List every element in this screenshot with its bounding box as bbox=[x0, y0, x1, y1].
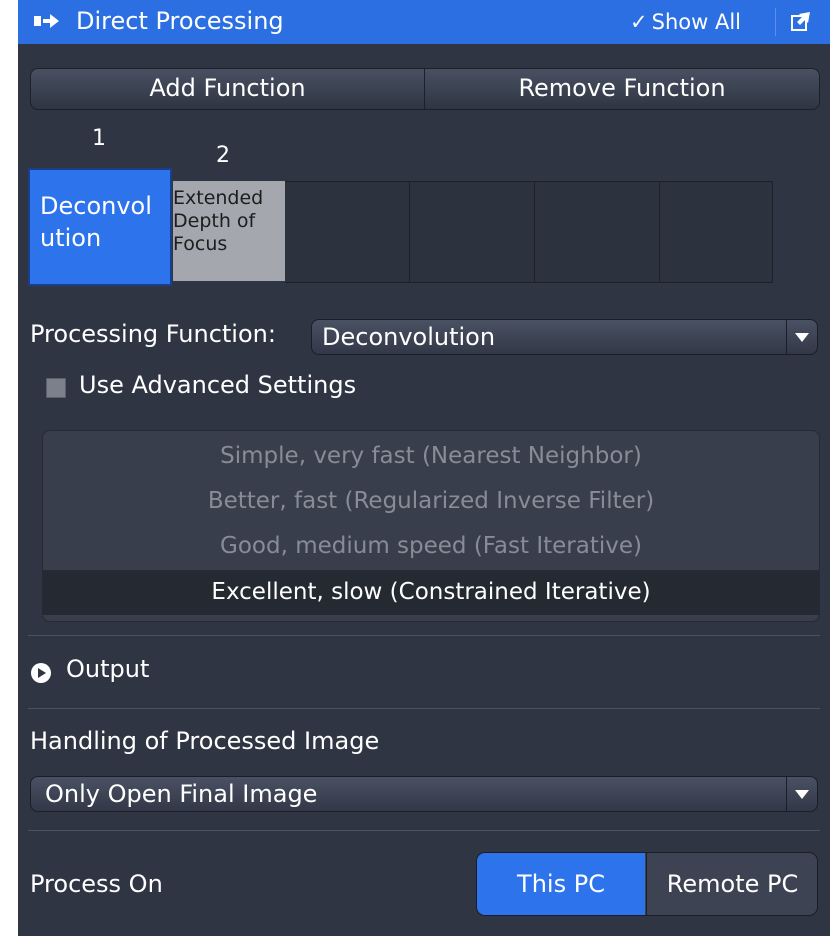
undock-icon[interactable] bbox=[790, 10, 812, 32]
panel-title-bar[interactable]: Direct Processing ✓ Show All bbox=[18, 0, 830, 44]
section-divider bbox=[28, 708, 820, 709]
checkmark-icon: ✓ bbox=[630, 10, 648, 34]
processing-function-value: Deconvolution bbox=[322, 323, 496, 351]
show-all-toggle[interactable]: ✓ Show All bbox=[630, 8, 741, 36]
panel-title: Direct Processing bbox=[76, 7, 284, 35]
empty-function-slot[interactable] bbox=[660, 181, 773, 283]
title-separator bbox=[775, 8, 776, 36]
empty-function-slot[interactable] bbox=[285, 181, 410, 283]
deconvolution-method-list: Simple, very fast (Nearest Neighbor) Bet… bbox=[42, 430, 820, 622]
chevron-down-icon[interactable] bbox=[786, 777, 817, 811]
function-number-1: 1 bbox=[92, 126, 106, 151]
handling-dropdown[interactable]: Only Open Final Image bbox=[30, 776, 818, 812]
advanced-settings-label: Use Advanced Settings bbox=[79, 371, 357, 399]
function-tile-deconvolution[interactable]: Deconvol ution bbox=[28, 168, 172, 286]
direct-processing-panel: Direct Processing ✓ Show All Add Function… bbox=[18, 0, 830, 936]
processing-function-dropdown[interactable]: Deconvolution bbox=[311, 319, 818, 355]
arrow-right-icon bbox=[34, 11, 60, 31]
handling-value: Only Open Final Image bbox=[45, 780, 318, 808]
list-item[interactable]: Good, medium speed (Fast Iterative) bbox=[43, 524, 819, 569]
function-button-bar: Add Function Remove Function bbox=[30, 68, 820, 110]
output-section-label[interactable]: Output bbox=[66, 655, 149, 683]
list-item-selected[interactable]: Excellent, slow (Constrained Iterative) bbox=[43, 570, 819, 615]
function-tile-extended-depth[interactable]: Extended Depth of Focus bbox=[173, 181, 285, 281]
show-all-label: Show All bbox=[651, 10, 741, 34]
function-number-2: 2 bbox=[216, 143, 230, 168]
list-item[interactable]: Better, fast (Regularized Inverse Filter… bbox=[43, 479, 819, 524]
empty-function-slot[interactable] bbox=[410, 181, 535, 283]
this-pc-button[interactable]: This PC bbox=[477, 853, 645, 915]
process-on-label: Process On bbox=[30, 870, 163, 898]
processing-function-label: Processing Function: bbox=[30, 320, 276, 348]
list-item[interactable]: Simple, very fast (Nearest Neighbor) bbox=[43, 434, 819, 479]
empty-function-slot[interactable] bbox=[535, 181, 660, 283]
remote-pc-button[interactable]: Remote PC bbox=[646, 853, 817, 915]
section-divider bbox=[28, 635, 820, 636]
section-divider bbox=[28, 830, 820, 831]
expand-arrow-icon[interactable] bbox=[30, 662, 52, 684]
chevron-down-icon[interactable] bbox=[786, 320, 817, 354]
process-on-segmented-control: This PC Remote PC bbox=[476, 852, 818, 916]
handling-label: Handling of Processed Image bbox=[30, 727, 380, 755]
add-function-button[interactable]: Add Function bbox=[31, 69, 425, 109]
advanced-settings-checkbox[interactable] bbox=[46, 378, 66, 398]
remove-function-button[interactable]: Remove Function bbox=[425, 69, 819, 109]
